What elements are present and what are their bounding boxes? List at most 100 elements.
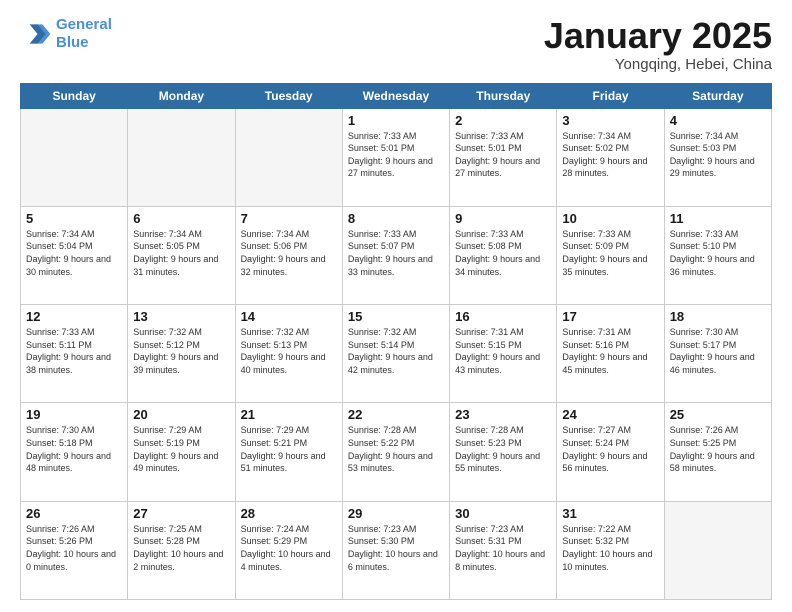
calendar-cell: 10 Sunrise: 7:33 AMSunset: 5:09 PMDayligh…: [557, 206, 664, 304]
day-info: Sunrise: 7:33 AMSunset: 5:01 PMDaylight:…: [455, 130, 551, 180]
calendar-cell: 13Sunrise: 7:32 AMSunset: 5:12 PMDayligh…: [128, 305, 235, 403]
calendar-week-row: 5Sunrise: 7:34 AMSunset: 5:04 PMDaylight…: [21, 206, 772, 304]
calendar-cell: 11 Sunrise: 7:33 AMSunset: 5:10 PMDayligh…: [664, 206, 771, 304]
calendar-cell: 21 Sunrise: 7:29 AMSunset: 5:21 PMDayligh…: [235, 403, 342, 501]
calendar-cell: 6 Sunrise: 7:34 AMSunset: 5:05 PMDaylight…: [128, 206, 235, 304]
calendar-cell: 26 Sunrise: 7:26 AMSunset: 5:26 PMDayligh…: [21, 501, 128, 599]
day-info: Sunrise: 7:32 AMSunset: 5:14 PMDaylight:…: [348, 326, 444, 376]
calendar-cell: 29 Sunrise: 7:23 AMSunset: 5:30 PMDayligh…: [342, 501, 449, 599]
logo-text: General Blue: [56, 16, 112, 52]
calendar-cell: 24 Sunrise: 7:27 AMSunset: 5:24 PMDayligh…: [557, 403, 664, 501]
weekday-header: Thursday: [450, 83, 557, 108]
day-number: 6: [133, 211, 229, 226]
day-number: 21: [241, 407, 337, 422]
calendar-cell: 27Sunrise: 7:25 AMSunset: 5:28 PMDayligh…: [128, 501, 235, 599]
day-info: Sunrise: 7:34 AMSunset: 5:06 PMDaylight:…: [241, 228, 337, 278]
calendar-cell: [21, 108, 128, 206]
calendar-cell: 15Sunrise: 7:32 AMSunset: 5:14 PMDayligh…: [342, 305, 449, 403]
day-info: Sunrise: 7:23 AMSunset: 5:30 PMDaylight:…: [348, 523, 444, 573]
day-info: Sunrise: 7:26 AMSunset: 5:26 PMDaylight:…: [26, 523, 122, 573]
day-info: Sunrise: 7:34 AMSunset: 5:03 PMDaylight:…: [670, 130, 766, 180]
calendar-cell: 20Sunrise: 7:29 AMSunset: 5:19 PMDayligh…: [128, 403, 235, 501]
calendar-cell: 12Sunrise: 7:33 AMSunset: 5:11 PMDayligh…: [21, 305, 128, 403]
logo-general: General: [56, 16, 112, 33]
calendar-cell: [235, 108, 342, 206]
calendar-cell: 28Sunrise: 7:24 AMSunset: 5:29 PMDayligh…: [235, 501, 342, 599]
calendar-cell: [664, 501, 771, 599]
day-info: Sunrise: 7:33 AMSunset: 5:08 PMDaylight:…: [455, 228, 551, 278]
day-number: 20: [133, 407, 229, 422]
calendar-cell: 4Sunrise: 7:34 AMSunset: 5:03 PMDaylight…: [664, 108, 771, 206]
day-number: 25: [670, 407, 766, 422]
day-info: Sunrise: 7:22 AMSunset: 5:32 PMDaylight:…: [562, 523, 658, 573]
calendar-cell: 9 Sunrise: 7:33 AMSunset: 5:08 PMDaylight…: [450, 206, 557, 304]
day-number: 2: [455, 113, 551, 128]
calendar-cell: 19Sunrise: 7:30 AMSunset: 5:18 PMDayligh…: [21, 403, 128, 501]
day-number: 1: [348, 113, 444, 128]
calendar-cell: 7 Sunrise: 7:34 AMSunset: 5:06 PMDaylight…: [235, 206, 342, 304]
day-info: Sunrise: 7:25 AMSunset: 5:28 PMDaylight:…: [133, 523, 229, 573]
calendar-week-row: 26 Sunrise: 7:26 AMSunset: 5:26 PMDayligh…: [21, 501, 772, 599]
day-info: Sunrise: 7:31 AMSunset: 5:16 PMDaylight:…: [562, 326, 658, 376]
day-info: Sunrise: 7:32 AMSunset: 5:12 PMDaylight:…: [133, 326, 229, 376]
day-number: 17: [562, 309, 658, 324]
weekday-header: Tuesday: [235, 83, 342, 108]
calendar-cell: 18Sunrise: 7:30 AMSunset: 5:17 PMDayligh…: [664, 305, 771, 403]
day-number: 11: [670, 211, 766, 226]
day-number: 26: [26, 506, 122, 521]
day-info: Sunrise: 7:23 AMSunset: 5:31 PMDaylight:…: [455, 523, 551, 573]
calendar-title: January 2025: [544, 16, 772, 56]
header-row: SundayMondayTuesdayWednesdayThursdayFrid…: [21, 83, 772, 108]
day-number: 29: [348, 506, 444, 521]
day-info: Sunrise: 7:34 AMSunset: 5:05 PMDaylight:…: [133, 228, 229, 278]
calendar-cell: 1Sunrise: 7:33 AMSunset: 5:01 PMDaylight…: [342, 108, 449, 206]
calendar-cell: 5Sunrise: 7:34 AMSunset: 5:04 PMDaylight…: [21, 206, 128, 304]
day-number: 19: [26, 407, 122, 422]
day-info: Sunrise: 7:28 AMSunset: 5:23 PMDaylight:…: [455, 424, 551, 474]
weekday-header: Friday: [557, 83, 664, 108]
page: General Blue January 2025 Yongqing, Hebe…: [0, 0, 792, 612]
day-info: Sunrise: 7:28 AMSunset: 5:22 PMDaylight:…: [348, 424, 444, 474]
day-number: 22: [348, 407, 444, 422]
calendar-cell: 2 Sunrise: 7:33 AMSunset: 5:01 PMDaylight…: [450, 108, 557, 206]
calendar-cell: 22 Sunrise: 7:28 AMSunset: 5:22 PMDayligh…: [342, 403, 449, 501]
day-info: Sunrise: 7:33 AMSunset: 5:11 PMDaylight:…: [26, 326, 122, 376]
day-number: 14: [241, 309, 337, 324]
calendar-cell: 17 Sunrise: 7:31 AMSunset: 5:16 PMDayligh…: [557, 305, 664, 403]
day-number: 24: [562, 407, 658, 422]
calendar-cell: 16Sunrise: 7:31 AMSunset: 5:15 PMDayligh…: [450, 305, 557, 403]
logo-blue: Blue: [56, 34, 89, 51]
calendar-cell: 23Sunrise: 7:28 AMSunset: 5:23 PMDayligh…: [450, 403, 557, 501]
calendar-cell: 30 Sunrise: 7:23 AMSunset: 5:31 PMDayligh…: [450, 501, 557, 599]
day-info: Sunrise: 7:29 AMSunset: 5:21 PMDaylight:…: [241, 424, 337, 474]
day-info: Sunrise: 7:27 AMSunset: 5:24 PMDaylight:…: [562, 424, 658, 474]
day-number: 28: [241, 506, 337, 521]
day-number: 30: [455, 506, 551, 521]
weekday-header: Wednesday: [342, 83, 449, 108]
logo: General Blue: [20, 16, 112, 52]
day-number: 7: [241, 211, 337, 226]
calendar-subtitle: Yongqing, Hebei, China: [544, 56, 772, 73]
day-info: Sunrise: 7:34 AMSunset: 5:02 PMDaylight:…: [562, 130, 658, 180]
title-section: January 2025 Yongqing, Hebei, China: [544, 16, 772, 73]
calendar-cell: [128, 108, 235, 206]
day-number: 9: [455, 211, 551, 226]
calendar-week-row: 12Sunrise: 7:33 AMSunset: 5:11 PMDayligh…: [21, 305, 772, 403]
day-number: 8: [348, 211, 444, 226]
header: General Blue January 2025 Yongqing, Hebe…: [20, 16, 772, 73]
calendar-week-row: 19Sunrise: 7:30 AMSunset: 5:18 PMDayligh…: [21, 403, 772, 501]
calendar-cell: 31 Sunrise: 7:22 AMSunset: 5:32 PMDayligh…: [557, 501, 664, 599]
day-info: Sunrise: 7:30 AMSunset: 5:17 PMDaylight:…: [670, 326, 766, 376]
day-number: 10: [562, 211, 658, 226]
day-info: Sunrise: 7:31 AMSunset: 5:15 PMDaylight:…: [455, 326, 551, 376]
day-info: Sunrise: 7:32 AMSunset: 5:13 PMDaylight:…: [241, 326, 337, 376]
calendar-table: SundayMondayTuesdayWednesdayThursdayFrid…: [20, 83, 772, 600]
day-info: Sunrise: 7:33 AMSunset: 5:07 PMDaylight:…: [348, 228, 444, 278]
weekday-header: Saturday: [664, 83, 771, 108]
day-info: Sunrise: 7:33 AMSunset: 5:10 PMDaylight:…: [670, 228, 766, 278]
day-info: Sunrise: 7:33 AMSunset: 5:09 PMDaylight:…: [562, 228, 658, 278]
calendar-cell: 3Sunrise: 7:34 AMSunset: 5:02 PMDaylight…: [557, 108, 664, 206]
day-number: 31: [562, 506, 658, 521]
calendar-week-row: 1 Sunrise: 7:33 AMSunset: 5:01 PMDaylight…: [21, 108, 772, 206]
day-info: Sunrise: 7:34 AMSunset: 5:04 PMDaylight:…: [26, 228, 122, 278]
